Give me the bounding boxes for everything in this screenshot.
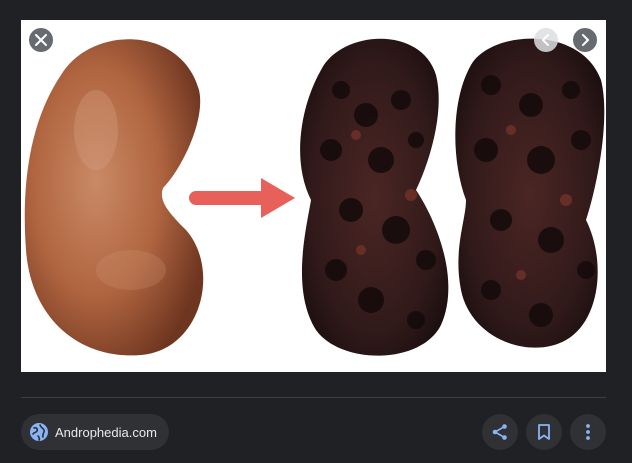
- preview-image[interactable]: [21, 20, 606, 372]
- chevron-right-icon: [582, 34, 589, 46]
- source-link-chip[interactable]: Androphedia.com: [21, 414, 169, 450]
- close-button[interactable]: [29, 28, 53, 52]
- bookmark-icon: [538, 424, 550, 440]
- globe-icon: [29, 422, 49, 442]
- save-button[interactable]: [526, 414, 562, 450]
- diseased-kidney-right: [455, 38, 605, 348]
- next-image-button[interactable]: [573, 28, 597, 52]
- healthy-kidney: [24, 39, 204, 356]
- source-label: Androphedia.com: [55, 424, 157, 440]
- arrow-graphic: [189, 178, 295, 218]
- divider: [21, 397, 606, 398]
- more-vert-icon: [586, 424, 590, 440]
- previous-image-button[interactable]: [534, 28, 558, 52]
- close-icon: [35, 34, 47, 46]
- more-options-button[interactable]: [570, 414, 606, 450]
- chevron-left-icon: [542, 34, 549, 46]
- share-button[interactable]: [482, 414, 518, 450]
- share-icon: [492, 424, 507, 440]
- image-viewer-panel: Androphedia.com: [0, 0, 632, 463]
